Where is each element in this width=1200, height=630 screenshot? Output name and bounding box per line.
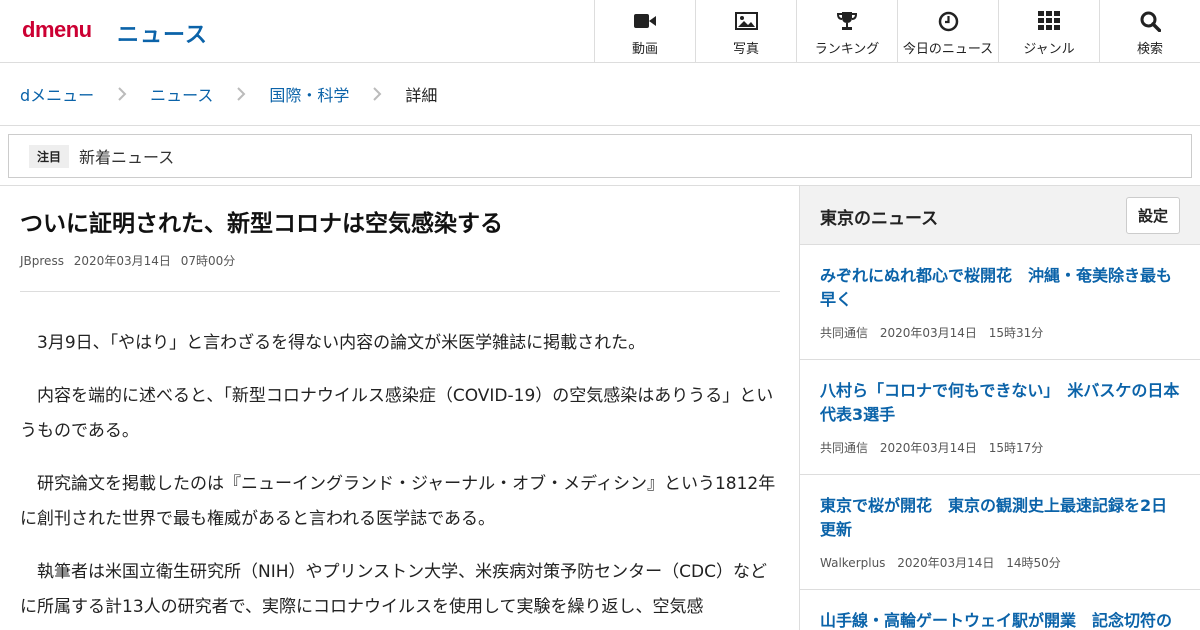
breadcrumb-dmenu[interactable]: dメニュー [20, 82, 94, 106]
section-title[interactable]: ニュース [117, 17, 208, 49]
chevron-right-icon [349, 86, 405, 102]
sidebar-news-item[interactable]: みぞれにぬれ都心で桜開花 沖縄・奄美除き最も早く 共同通信 2020年03月14… [800, 245, 1200, 360]
article-meta: JBpress 2020年03月14日 07時00分 [20, 252, 780, 269]
dmenu-logo[interactable]: dmenu [22, 17, 92, 43]
breadcrumb: dメニュー ニュース 国際・科学 詳細 [0, 63, 1200, 126]
sidebar-news-date: 2020年03月14日 [897, 556, 995, 570]
sidebar-news-item[interactable]: 東京で桜が開花 東京の観測史上最速記録を2日更新 Walkerplus 2020… [800, 475, 1200, 590]
article-paragraph: 執筆者は米国立衛生研究所（NIH）やプリンストン大学、米疾病対策予防センター（C… [20, 562, 768, 617]
nav-today-news-label: 今日のニュース [902, 42, 994, 57]
breadcrumb-news[interactable]: ニュース [150, 82, 213, 106]
nav-photo[interactable]: 写真 [695, 0, 796, 62]
header-nav: 動画 写真 ランキング 今日のニュース ジャンル 検索 [594, 0, 1200, 62]
nav-photo-label: 写真 [732, 42, 759, 57]
sidebar-news-source: 共同通信 [820, 441, 869, 455]
chevron-right-icon [213, 86, 269, 102]
article-title: ついに証明された、新型コロナは空気感染する [20, 211, 503, 237]
article: ついに証明された、新型コロナは空気感染する JBpress 2020年03月14… [20, 186, 780, 625]
sidebar-header: 東京のニュース 設定 [800, 186, 1200, 245]
sidebar-news-source: Walkerplus [820, 556, 886, 570]
attention-bar[interactable]: 注目 新着ニュース [8, 134, 1192, 178]
nav-ranking[interactable]: ランキング [796, 0, 897, 62]
article-divider [20, 291, 780, 292]
nav-ranking-label: ランキング [814, 42, 880, 57]
attention-badge: 注目 [29, 144, 70, 168]
sidebar-title: 東京のニュース [820, 209, 939, 229]
sidebar-news-date: 2020年03月14日 [879, 441, 977, 455]
settings-button[interactable]: 設定 [1126, 197, 1180, 234]
article-paragraph: 内容を端的に述べると、「新型コロナウイルス感染症（COVID-19）の空気感染は… [20, 386, 774, 441]
chevron-right-icon [94, 86, 150, 102]
sidebar-news-time: 14時50分 [1006, 556, 1061, 570]
article-date: 2020年03月14日 [73, 254, 171, 268]
video-camera-icon [633, 10, 657, 32]
sidebar-news-meta: 共同通信 2020年03月14日 15時31分 [820, 324, 1180, 341]
trophy-icon [835, 10, 859, 32]
search-icon [1138, 10, 1162, 32]
sidebar-news-date: 2020年03月14日 [879, 326, 977, 340]
nav-video[interactable]: 動画 [594, 0, 695, 62]
nav-genre-label: ジャンル [1023, 42, 1075, 57]
nav-search-label: 検索 [1136, 42, 1163, 57]
breadcrumb-detail: 詳細 [405, 86, 438, 105]
article-time: 07時00分 [180, 254, 236, 268]
sidebar-news-title[interactable]: 東京で桜が開花 東京の観測史上最速記録を2日更新 [820, 494, 1180, 542]
sidebar-news-title[interactable]: 八村ら「コロナで何もできない」 米バスケの日本代表3選手 [820, 379, 1180, 427]
sidebar-news-title[interactable]: みぞれにぬれ都心で桜開花 沖縄・奄美除き最も早く [820, 264, 1180, 312]
nav-video-label: 動画 [631, 42, 658, 57]
article-paragraph: 研究論文を掲載したのは『ニューイングランド・ジャーナル・オブ・メディシン』という… [20, 474, 776, 529]
article-source: JBpress [20, 254, 64, 268]
clock-icon [936, 10, 960, 32]
nav-search[interactable]: 検索 [1099, 0, 1200, 62]
sidebar-news-meta: 共同通信 2020年03月14日 15時17分 [820, 439, 1180, 456]
sidebar-news-time: 15時17分 [988, 441, 1044, 455]
photo-icon [734, 10, 758, 32]
grid-icon [1037, 10, 1061, 32]
site-header: dmenu ニュース 動画 写真 ランキング 今日のニュース ジャンル 検索 [0, 0, 1200, 63]
breadcrumb-international-science[interactable]: 国際・科学 [269, 82, 349, 106]
nav-genre[interactable]: ジャンル [998, 0, 1099, 62]
sidebar-news-item[interactable]: 山手線・高輪ゲートウェイ駅が開業 記念切符の [800, 590, 1200, 630]
attention-text[interactable]: 新着ニュース [79, 144, 174, 168]
sidebar-news-meta: Walkerplus 2020年03月14日 14時50分 [820, 554, 1180, 571]
local-news-sidebar: 東京のニュース 設定 みぞれにぬれ都心で桜開花 沖縄・奄美除き最も早く 共同通信… [799, 186, 1200, 630]
sidebar-news-item[interactable]: 八村ら「コロナで何もできない」 米バスケの日本代表3選手 共同通信 2020年0… [800, 360, 1200, 475]
sidebar-news-time: 15時31分 [988, 326, 1044, 340]
sidebar-news-source: 共同通信 [820, 326, 869, 340]
nav-today-news[interactable]: 今日のニュース [897, 0, 998, 62]
sidebar-news-title[interactable]: 山手線・高輪ゲートウェイ駅が開業 記念切符の [820, 609, 1180, 630]
article-paragraph: 3月9日、「やはり」と言わざるを得ない内容の論文が米医学雑誌に掲載された。 [37, 333, 646, 353]
